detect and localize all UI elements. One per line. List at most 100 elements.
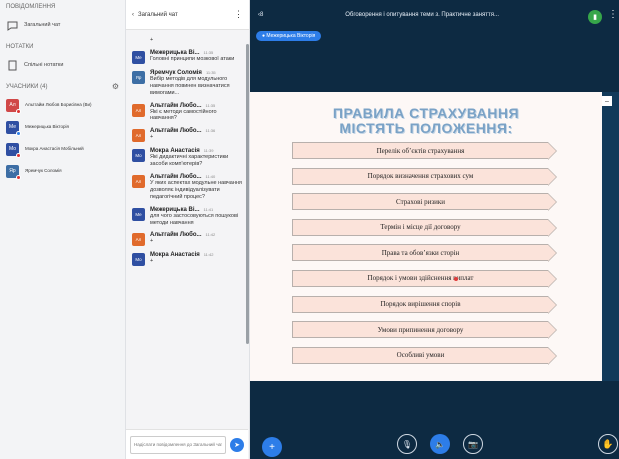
slide-item: Порядок визначення страхових сум	[292, 167, 557, 186]
avatar-initials: Ал	[135, 179, 142, 184]
message-body: Альтгайм Любо... 11:42 +	[150, 232, 242, 246]
message-body: Мокра Анастасія 11:39 Які дидактичні харак…	[150, 148, 242, 168]
chat-panel: ‹ Загальний чат ⋮ + Ме Межерицька Ві... 11:…	[126, 0, 250, 459]
sender-name: Альтгайм Любо...	[150, 128, 202, 135]
slide-item: Перелік об’єктів страхування	[292, 142, 557, 160]
avatar-initials: Ме	[135, 211, 142, 217]
status-dot	[16, 130, 21, 136]
raise-hand-button[interactable]: ✋	[598, 434, 618, 454]
message-time: 11:40	[205, 174, 216, 179]
status-dot	[16, 152, 21, 158]
leave-audio-button[interactable]: 🔈	[430, 434, 450, 454]
avatar: Ал	[132, 129, 145, 143]
avatar-initials: Ме	[135, 54, 142, 60]
message-text: Які дидактичні характеристики засоби ком…	[150, 154, 229, 168]
message-text: для чого застосовуються пошукові методи …	[150, 212, 239, 226]
slide-item: Термін і місце дії договору	[292, 218, 557, 237]
presentation-area: ‹8 Обговорення і опитування теми з. Прак…	[250, 0, 619, 459]
avatar-initials: Ал	[135, 133, 142, 139]
chat-message: Ал Альтгайм Любо... 11:36 +	[126, 125, 248, 145]
message-text: +	[150, 238, 154, 245]
avatar: Яр	[6, 164, 21, 180]
participant-item[interactable]: Ме Межерицька Вікторія	[0, 116, 125, 138]
message-body: +	[150, 37, 242, 44]
avatar-initials: Ал	[135, 107, 142, 113]
shared-notes-item[interactable]: Спільні нотатки	[0, 54, 125, 76]
chevron-left-icon: ‹	[132, 11, 134, 18]
avatar-initials: Яр	[135, 74, 142, 80]
share-webcam-button[interactable]: 📷	[463, 434, 483, 454]
notes-title: НОТАТКИ	[6, 44, 34, 50]
gear-icon[interactable]: ⚙	[112, 80, 119, 94]
public-chat-item[interactable]: Загальний чат	[0, 14, 125, 36]
sender-name: Межерицька Ві...	[150, 206, 200, 213]
sender-name: Межерицька Ві...	[150, 49, 200, 56]
presenter-pill[interactable]: ● Межерицька Вікторія	[256, 31, 322, 41]
chat-scrollbar[interactable]	[246, 34, 249, 419]
message-time: 11:42	[203, 252, 214, 258]
slide-item: Порядок вирішення спорів	[292, 295, 557, 314]
messages-section-title: ПОВІДОМЛЕННЯ	[0, 0, 125, 14]
avatar: Яр	[132, 70, 145, 84]
camera-off-icon: 📷	[468, 439, 478, 449]
avatar: Ме	[6, 120, 21, 136]
user-list-sidebar: ПОВІДОМЛЕННЯ Загальний чат НОТАТКИ Спіль…	[0, 0, 126, 459]
sender-name: Яремчук Соломія	[150, 69, 202, 76]
chat-header: ‹ Загальний чат ⋮	[126, 0, 249, 30]
presentation-slide: ПРАВИЛА СТРАХУВАННЯ МІСТЯТЬ ПОЛОЖЕННЯ: П…	[250, 92, 602, 381]
slide-item: Права та обов’язки сторін	[292, 244, 557, 263]
mute-button[interactable]: 🎙	[397, 434, 417, 454]
scrollbar-thumb[interactable]	[246, 44, 249, 344]
avatar-initials: Мо	[135, 257, 142, 263]
kebab-menu-icon[interactable]: ⋮	[234, 9, 243, 20]
send-icon: ➤	[234, 441, 240, 449]
participant-name: Межерицька Вікторія	[25, 124, 69, 130]
participant-name: Яремчук Соломія	[25, 168, 62, 174]
speaker-icon: 🔈	[435, 439, 445, 449]
message-time: 11:39	[203, 148, 214, 154]
message-body: Межерицька Ві... 11:41 для чого застосовую…	[150, 207, 242, 227]
slide-item: Страхові ризики	[292, 193, 557, 212]
mic-off-icon: 🎙	[401, 439, 413, 449]
slide-title-line1: ПРАВИЛА СТРАХУВАННЯ	[332, 105, 520, 121]
connection-status-icon[interactable]: ▮	[588, 10, 602, 24]
message-body: Яремчук Соломія 11:35 Вибір методів для мо…	[150, 70, 242, 97]
slide-title: ПРАВИЛА СТРАХУВАННЯ МІСТЯТЬ ПОЛОЖЕННЯ:	[250, 106, 602, 136]
sender-name: Альтгайм Любо...	[150, 232, 202, 239]
hide-chat-button[interactable]: ‹ Загальний чат	[132, 12, 178, 18]
avatar-spacer	[132, 37, 145, 44]
actions-button[interactable]: +	[262, 437, 282, 457]
minimize-presentation-button[interactable]: –	[602, 96, 612, 106]
avatar-initials: Ал	[135, 237, 142, 243]
options-menu-icon[interactable]: ⋮	[608, 9, 618, 20]
message-body: Альтгайм Любо... 11:36 +	[150, 128, 242, 142]
message-input[interactable]	[130, 435, 226, 454]
avatar: Мо	[132, 253, 145, 267]
message-text: Головні принципи мозкової атаки	[150, 55, 235, 62]
slide-item: Умови припинення договору	[292, 321, 557, 340]
notes-section-title: НОТАТКИ	[0, 40, 125, 54]
avatar: Мо	[132, 149, 145, 163]
chat-message: Ал Альтгайм Любо... 11:35 Які є методи само…	[126, 100, 248, 126]
message-body: Альтгайм Любо... 11:35 Які є методи самост…	[150, 103, 242, 123]
avatar: Ал	[132, 103, 145, 117]
slide-side-strip	[602, 92, 619, 381]
message-body: Межерицька Ві... 11:35 Головні принципи мо…	[150, 50, 242, 64]
slide-title-line2: МІСТЯТЬ ПОЛОЖЕННЯ:	[339, 120, 513, 136]
message-text: +	[150, 258, 154, 265]
presenter-icon: ●	[262, 33, 266, 39]
hand-icon: ✋	[602, 438, 614, 449]
users-section-title: УЧАСНИКИ (4) ⚙	[0, 80, 125, 94]
sender-name: Мокра Анастасія	[150, 252, 200, 259]
message-time: 11:42	[205, 232, 216, 238]
send-button[interactable]: ➤	[230, 437, 244, 452]
slide-item: Особливі умови	[292, 346, 557, 365]
participant-item[interactable]: Ал Альтгайм Любов Борисівна (Ви)	[0, 94, 125, 116]
participant-item[interactable]: Яр Яремчук Соломія	[0, 160, 125, 182]
messages-title: ПОВІДОМЛЕННЯ	[6, 4, 56, 10]
participant-item[interactable]: Мо Мокра Анастасія Мобільний	[0, 138, 125, 160]
avatar-initials: Яр	[9, 168, 16, 174]
plus-icon: +	[269, 441, 275, 453]
message-list: + Ме Межерицька Ві... 11:35 Головні принципи…	[126, 30, 248, 427]
collapse-panel-icon[interactable]: ‹8	[258, 12, 263, 18]
